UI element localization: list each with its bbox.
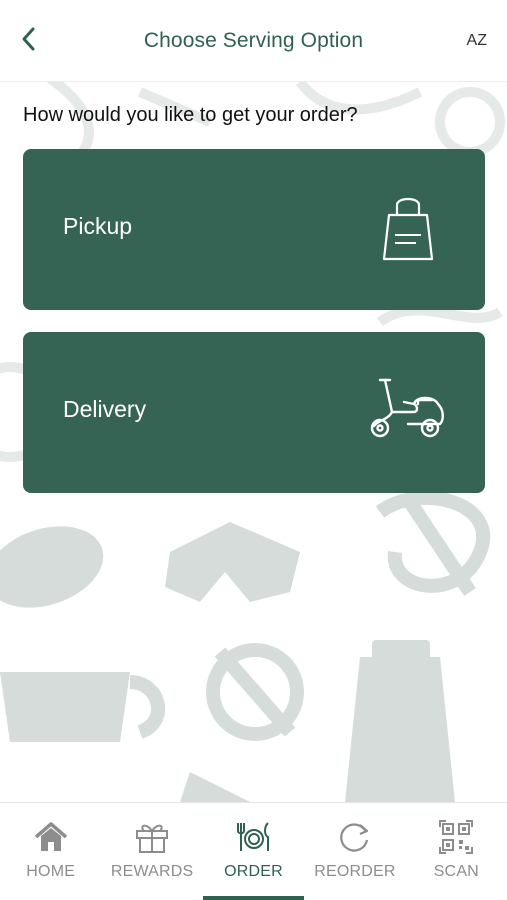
delivery-label: Delivery (63, 396, 147, 422)
active-tab-indicator (202, 896, 305, 900)
page-title: Choose Serving Option (143, 29, 364, 52)
nav-order[interactable]: ORDER (202, 803, 305, 900)
gift-icon (134, 820, 170, 859)
nav-scan[interactable]: SCAN (406, 803, 507, 900)
cutlery-icon (234, 821, 274, 858)
screen: Choose Serving Option AZ How would you l… (0, 0, 507, 900)
nav-rewards[interactable]: REWARDS (101, 803, 202, 900)
bottom-navigation: HOME REWARDS ORDER REORDER SCAN (0, 802, 507, 900)
order-question: How would you like to get your order? (23, 104, 358, 126)
nav-home-label: HOME (26, 863, 76, 880)
shopping-bag-icon (380, 193, 436, 268)
refresh-icon (338, 820, 372, 859)
nav-reorder-label: REORDER (314, 863, 396, 880)
language-switch[interactable]: AZ (467, 32, 487, 50)
top-bar: Choose Serving Option AZ (0, 0, 507, 82)
qr-code-icon (439, 819, 474, 859)
scooter-icon (368, 376, 448, 447)
nav-scan-label: SCAN (433, 863, 479, 880)
nav-rewards-label: REWARDS (110, 863, 194, 880)
delivery-option-button[interactable]: Delivery (23, 332, 485, 493)
pickup-label: Pickup (63, 213, 133, 239)
nav-reorder[interactable]: REORDER (304, 803, 405, 900)
pickup-option-button[interactable]: Pickup (23, 149, 485, 310)
nav-home[interactable]: HOME (0, 803, 101, 900)
home-icon (33, 821, 69, 858)
nav-order-label: ORDER (224, 863, 283, 880)
